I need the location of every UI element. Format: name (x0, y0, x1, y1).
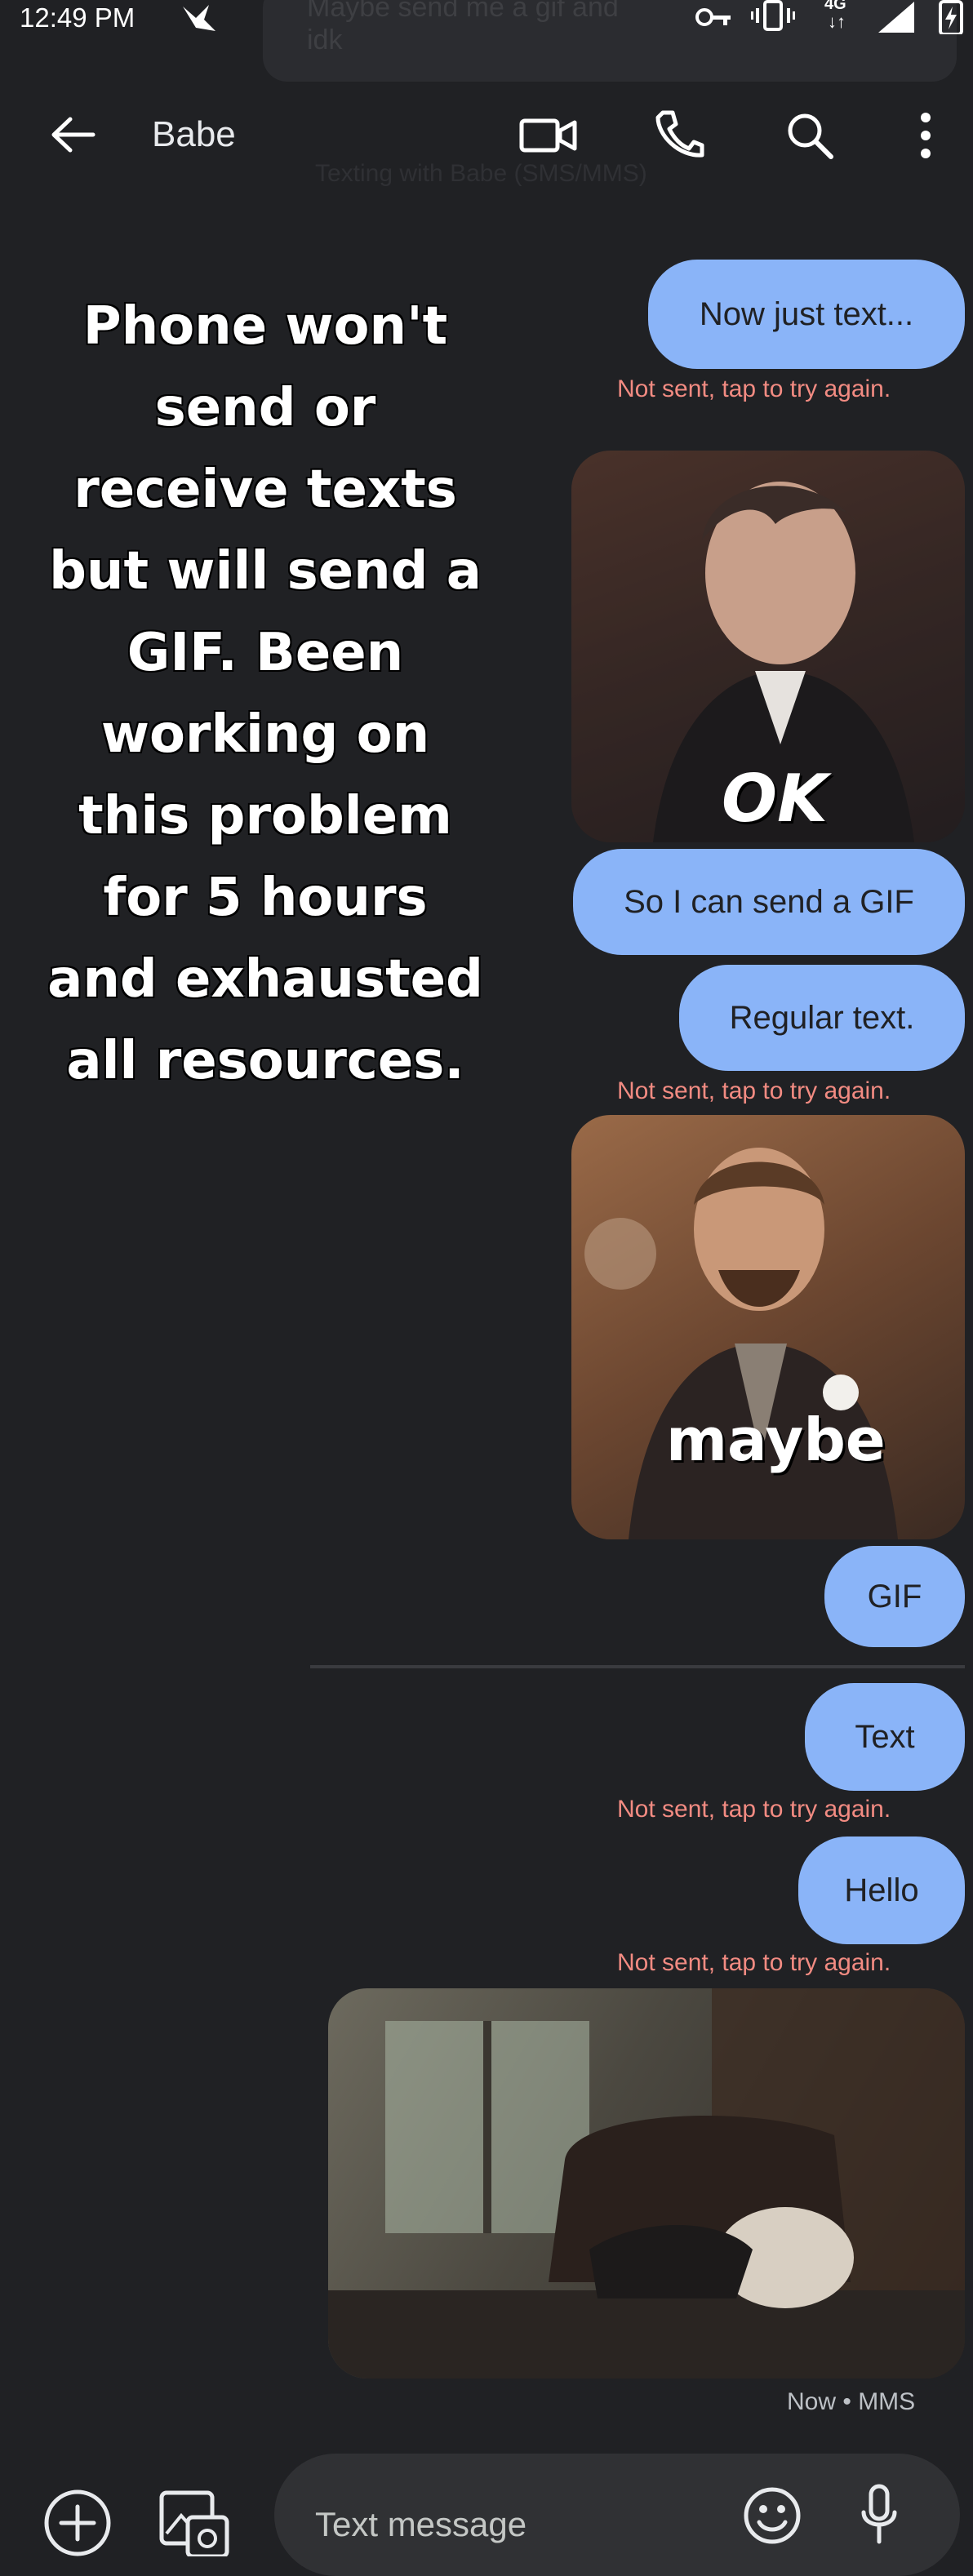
notification-line-2: idk (307, 24, 343, 56)
send-error-text[interactable]: Not sent, tap to try again. (617, 1077, 891, 1105)
message-bubble[interactable]: So I can send a GIF (573, 849, 965, 955)
more-options-icon[interactable] (913, 109, 939, 162)
caption-line: working on (100, 704, 430, 765)
gif-caption: OK (722, 761, 828, 837)
caption-line: Phone won't (82, 296, 448, 357)
phone-call-icon[interactable] (651, 108, 705, 162)
notification-preview[interactable]: Maybe send me a gif and idk (263, 0, 957, 82)
gif-person-image (328, 1988, 965, 2378)
video-call-icon[interactable] (519, 116, 578, 155)
contact-name[interactable]: Babe (152, 114, 236, 155)
send-error-text[interactable]: Not sent, tap to try again. (617, 375, 891, 403)
message-bubble[interactable]: Hello (798, 1837, 965, 1944)
data-activity-icon: ↓↑ (828, 11, 846, 32)
message-bubble[interactable]: Text (805, 1683, 965, 1791)
caption-line: GIF. Been (127, 623, 404, 683)
gif-attachment-maybe[interactable]: maybe (571, 1115, 965, 1539)
caption-line: but will send a (49, 541, 482, 602)
send-error-text[interactable]: Not sent, tap to try again. (617, 1796, 891, 1823)
message-bubble[interactable]: Regular text. (679, 965, 965, 1071)
add-attachment-icon[interactable] (41, 2486, 114, 2556)
gif-person-image (584, 1148, 898, 1539)
message-bubble[interactable]: GIF (824, 1546, 965, 1647)
status-bar: Maybe send me a gif and idk 12:49 PM 4G … (0, 0, 973, 82)
compose-field[interactable]: Text message (274, 2454, 960, 2576)
meme-caption: Phone won't send or receive texts but wi… (33, 286, 498, 1102)
status-time: 12:49 PM (20, 2, 136, 33)
notification-line-1: Maybe send me a gif and (307, 0, 619, 23)
send-error-text[interactable]: Not sent, tap to try again. (617, 1949, 891, 1977)
signal-icon (878, 2, 914, 33)
back-arrow-icon[interactable] (49, 114, 98, 155)
caption-line: all resources. (66, 1031, 464, 1091)
compose-placeholder: Text message (315, 2505, 527, 2543)
divider (310, 1665, 965, 1668)
caption-line: for 5 hours (103, 868, 428, 928)
caption-line: this problem (78, 786, 452, 846)
search-icon[interactable] (784, 109, 836, 162)
microphone-icon[interactable] (859, 2483, 900, 2548)
gallery-icon[interactable] (157, 2481, 230, 2556)
caption-line: receive texts (73, 460, 457, 520)
conversation-subtitle: Texting with Babe (SMS/MMS) (315, 160, 647, 187)
vibrate-icon (751, 0, 795, 31)
caption-line: and exhausted (47, 949, 483, 1010)
gif-attachment-ok[interactable]: OK (571, 451, 965, 842)
conversation-app-bar: Babe Texting with Babe (SMS/MMS) (0, 90, 973, 187)
bird-notification-icon (183, 5, 215, 31)
vpn-key-icon (695, 8, 731, 26)
battery-charging-icon (939, 0, 963, 34)
gif-caption: maybe (666, 1406, 886, 1474)
emoji-icon[interactable] (741, 2485, 803, 2547)
caption-line: send or (154, 378, 376, 438)
gif-attachment-desk[interactable] (328, 1988, 965, 2378)
message-timestamp: Now • MMS (787, 2388, 916, 2415)
message-bubble[interactable]: Now just text... (648, 260, 965, 369)
